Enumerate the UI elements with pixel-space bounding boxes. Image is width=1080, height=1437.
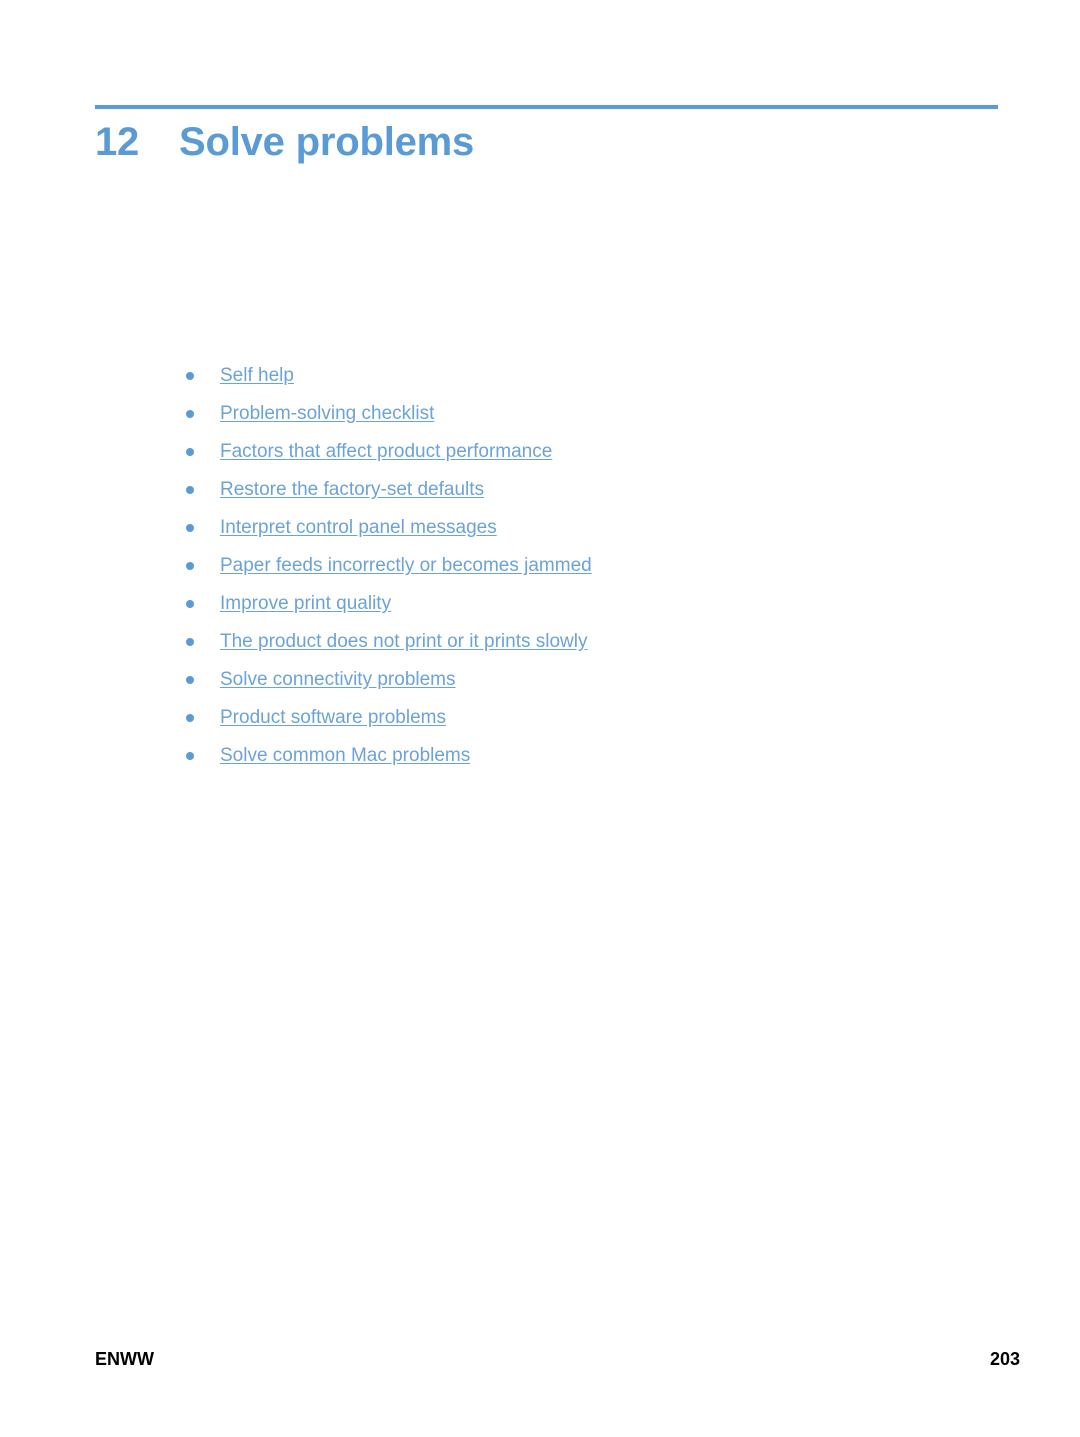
toc-link-self-help[interactable]: Self help [220,365,294,386]
bullet-icon [186,752,194,760]
bullet-icon [186,524,194,532]
footer-locale-label: ENWW [95,1349,154,1369]
chapter-heading: 12 Solve problems [95,118,474,166]
toc-link-solve-common-mac-problems[interactable]: Solve common Mac problems [220,745,470,766]
toc-link-interpret-control-panel-messages[interactable]: Interpret control panel messages [220,517,497,538]
toc-link-factors-that-affect-product-performance[interactable]: Factors that affect product performance [220,441,552,462]
list-item: Improve print quality [182,591,962,629]
bullet-icon [186,676,194,684]
bullet-icon [186,562,194,570]
list-item: Solve common Mac problems [182,743,962,781]
toc-link-improve-print-quality[interactable]: Improve print quality [220,593,391,614]
toc-link-product-software-problems[interactable]: Product software problems [220,707,446,728]
chapter-number: 12 [95,120,140,164]
toc-link-paper-feeds-incorrectly-or-becomes-jammed[interactable]: Paper feeds incorrectly or becomes jamme… [220,555,592,576]
chapter-contents-list: Self help Problem-solving checklist Fact… [182,363,962,781]
list-item: Product software problems [182,705,962,743]
list-item: Factors that affect product performance [182,439,962,477]
chapter-rule-divider [95,105,998,109]
list-item: Solve connectivity problems [182,667,962,705]
list-item: The product does not print or it prints … [182,629,962,667]
page-title: Solve problems [179,120,475,164]
list-item: Problem-solving checklist [182,401,962,439]
bullet-icon [186,448,194,456]
list-item: Paper feeds incorrectly or becomes jamme… [182,553,962,591]
bullet-icon [186,410,194,418]
toc-link-the-product-does-not-print-or-it-prints-slowly[interactable]: The product does not print or it prints … [220,631,588,652]
page-footer: ENWW 203 [95,1348,1020,1370]
bullet-icon [186,638,194,646]
toc-link-restore-the-factory-set-defaults[interactable]: Restore the factory-set defaults [220,479,484,500]
page-number: 203 [989,1349,1020,1369]
document-page: 12 Solve problems Self help Problem-solv… [0,0,1080,1437]
bullet-icon [186,486,194,494]
list-item: Self help [182,363,962,401]
bullet-icon [186,372,194,380]
toc-link-solve-connectivity-problems[interactable]: Solve connectivity problems [220,669,456,690]
list-item: Restore the factory-set defaults [182,477,962,515]
toc-link-problem-solving-checklist[interactable]: Problem-solving checklist [220,403,434,424]
list-item: Interpret control panel messages [182,515,962,553]
bullet-icon [186,714,194,722]
bullet-icon [186,600,194,608]
